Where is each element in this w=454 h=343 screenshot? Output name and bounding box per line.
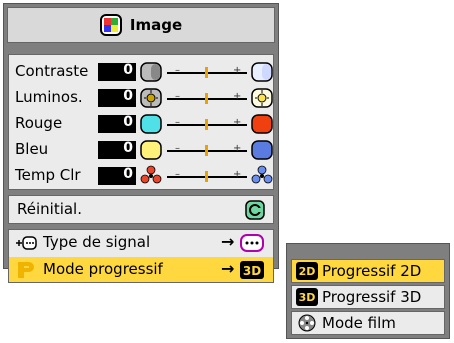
slider-value-box: 0 bbox=[98, 114, 136, 133]
slider-thumb[interactable] bbox=[205, 67, 208, 78]
slider-track[interactable]: – + bbox=[167, 65, 247, 78]
slider-label: Temp Clr bbox=[15, 166, 81, 184]
3d-icon: 3D bbox=[296, 288, 318, 306]
brightness-low-icon bbox=[140, 88, 162, 108]
arrow-right-icon: → bbox=[221, 232, 235, 251]
contrast-low-icon bbox=[140, 62, 162, 82]
contrast-high-icon bbox=[251, 62, 273, 82]
slider-track[interactable]: – + bbox=[167, 143, 247, 156]
submenu-item-progressive-2d[interactable]: 2D Progressif 2D bbox=[291, 259, 445, 283]
menu-item-progressive-mode[interactable]: Mode progressif → 3D bbox=[9, 257, 273, 282]
svg-text:2D: 2D bbox=[299, 265, 316, 278]
menu-title: Image bbox=[129, 16, 183, 34]
progressive-submenu: 2D Progressif 2D 3D Progressif 3D Mode f… bbox=[286, 243, 450, 339]
submenu-item-label: Progressif 3D bbox=[322, 288, 422, 306]
svg-text:3D: 3D bbox=[243, 264, 261, 278]
image-icon bbox=[99, 14, 122, 36]
red-low-icon bbox=[140, 114, 162, 134]
color-temp-warm-icon bbox=[140, 165, 162, 184]
slider-thumb[interactable] bbox=[205, 145, 208, 156]
submenu-item-label: Progressif 2D bbox=[322, 262, 422, 280]
signal-auto-icon bbox=[240, 234, 264, 252]
slider-row-red[interactable]: Rouge 0 – + bbox=[15, 112, 273, 136]
blue-high-icon bbox=[251, 140, 273, 160]
slider-row-contrast[interactable]: Contraste 0 – + bbox=[15, 60, 273, 84]
signal-section: Type de signal → Mode progressif → 3D bbox=[8, 229, 274, 283]
menu-item-signal-type[interactable]: Type de signal → bbox=[9, 230, 273, 256]
slider-row-color-temp[interactable]: Temp Clr 0 – + bbox=[15, 164, 273, 188]
slider-value-box: 0 bbox=[98, 166, 136, 185]
slider-thumb[interactable] bbox=[205, 171, 208, 182]
film-reel-icon bbox=[298, 314, 316, 332]
slider-value-box: 0 bbox=[98, 140, 136, 159]
image-menu-panel: Image Contraste 0 – + Luminos. 0 – + Rou… bbox=[3, 3, 279, 283]
submenu-item-progressive-3d[interactable]: 3D Progressif 3D bbox=[291, 285, 445, 309]
signal-type-icon bbox=[16, 236, 37, 250]
submenu-item-label: Mode film bbox=[322, 314, 396, 332]
3d-icon: 3D bbox=[240, 261, 264, 279]
red-high-icon bbox=[251, 114, 273, 134]
brightness-high-icon bbox=[251, 88, 273, 108]
signal-type-label: Type de signal bbox=[43, 233, 151, 251]
slider-label: Bleu bbox=[15, 140, 49, 158]
reset-label: Réinitial. bbox=[17, 200, 82, 218]
slider-label: Contraste bbox=[15, 62, 89, 80]
submenu-item-film-mode[interactable]: Mode film bbox=[291, 311, 445, 335]
slider-track[interactable]: – + bbox=[167, 117, 247, 130]
color-temp-cool-icon bbox=[251, 165, 273, 184]
slider-value-box: 0 bbox=[98, 88, 136, 107]
svg-text:3D: 3D bbox=[299, 291, 316, 304]
slider-row-blue[interactable]: Bleu 0 – + bbox=[15, 138, 273, 162]
slider-row-brightness[interactable]: Luminos. 0 – + bbox=[15, 86, 273, 110]
2d-icon: 2D bbox=[296, 262, 318, 280]
slider-group: Contraste 0 – + Luminos. 0 – + Rouge 0 –… bbox=[8, 54, 274, 190]
slider-thumb[interactable] bbox=[205, 93, 208, 104]
arrow-right-icon: → bbox=[221, 259, 235, 278]
slider-track[interactable]: – + bbox=[167, 169, 247, 182]
slider-label: Luminos. bbox=[15, 88, 83, 106]
progressive-p-icon bbox=[18, 262, 34, 278]
slider-value-box: 0 bbox=[98, 62, 136, 81]
progressive-mode-label: Mode progressif bbox=[43, 260, 163, 278]
reset-row[interactable]: Réinitial. bbox=[8, 195, 274, 224]
slider-label: Rouge bbox=[15, 114, 63, 132]
slider-thumb[interactable] bbox=[205, 119, 208, 130]
blue-low-icon bbox=[140, 140, 162, 160]
menu-title-bar: Image bbox=[7, 7, 275, 43]
slider-track[interactable]: – + bbox=[167, 91, 247, 104]
reset-icon[interactable] bbox=[245, 200, 265, 220]
